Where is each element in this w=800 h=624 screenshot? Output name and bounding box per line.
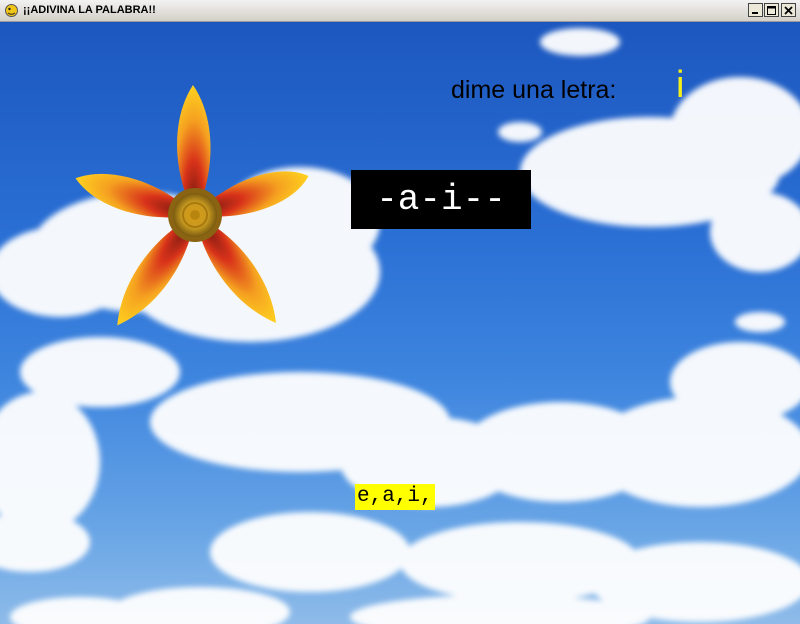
window-title: ¡¡ADIVINA LA PALABRA!!	[23, 4, 156, 16]
hidden-word-display: -a-i--	[351, 170, 531, 229]
close-icon	[784, 5, 793, 15]
title-bar[interactable]: ¡¡ADIVINA LA PALABRA!!	[0, 0, 800, 22]
letter-input[interactable]: i	[676, 66, 696, 104]
game-canvas[interactable]: dime una letra: i -a-i-- e,a,i,	[0, 22, 800, 624]
guessed-letters: e,a,i,	[355, 484, 435, 510]
prompt-label: dime una letra:	[451, 76, 617, 104]
minimize-icon	[752, 11, 758, 14]
app-icon	[5, 4, 18, 17]
maximize-button[interactable]	[764, 3, 779, 17]
flower-image	[75, 85, 309, 326]
minimize-button[interactable]	[748, 3, 763, 17]
maximize-icon	[767, 5, 776, 15]
close-button[interactable]	[781, 3, 796, 17]
